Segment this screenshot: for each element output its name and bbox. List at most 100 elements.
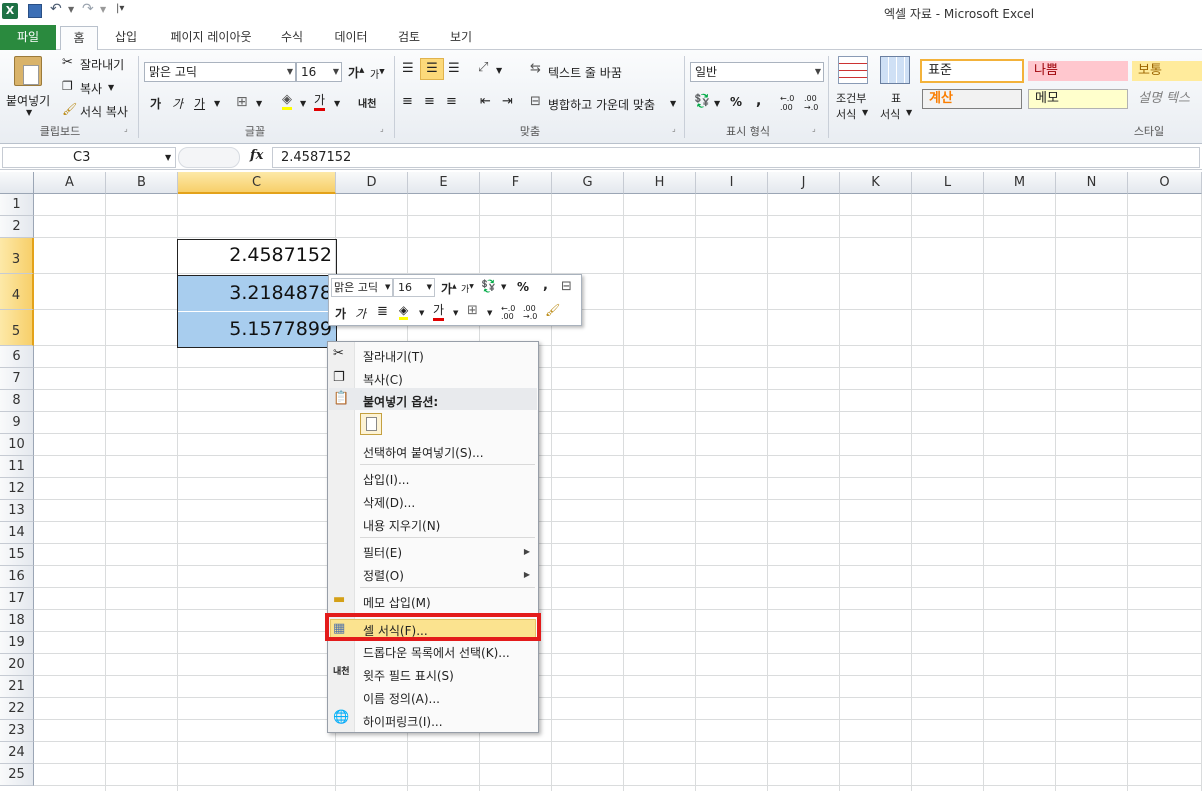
italic-button[interactable]: 가 bbox=[172, 95, 183, 112]
style-normal[interactable]: 표준 bbox=[920, 59, 1024, 83]
row-header-3[interactable]: 3 bbox=[0, 238, 34, 274]
column-header-m[interactable]: M bbox=[984, 172, 1056, 194]
tab-page-layout[interactable]: 페이지 레이아웃 bbox=[156, 26, 266, 50]
menu-item-cut[interactable]: 잘라내기(T) bbox=[363, 348, 424, 365]
menu-item-sort[interactable]: 정렬(O) bbox=[363, 567, 404, 584]
row-header-1[interactable]: 1 bbox=[0, 194, 34, 216]
formula-bar-splitter[interactable] bbox=[178, 147, 240, 168]
merge-dropdown-icon[interactable]: ▼ bbox=[670, 99, 676, 108]
style-explain[interactable]: 설명 텍스 bbox=[1132, 89, 1202, 109]
row-header-8[interactable]: 8 bbox=[0, 390, 34, 412]
format-table-button[interactable]: 표 bbox=[891, 90, 901, 106]
align-center-icon[interactable]: ≡ bbox=[424, 94, 435, 109]
row-header-12[interactable]: 12 bbox=[0, 478, 34, 500]
phonetic-button[interactable]: 내천 bbox=[358, 95, 376, 110]
mini-grow-font-icon[interactable]: 가▲ bbox=[441, 280, 457, 297]
column-header-c[interactable]: C bbox=[178, 172, 336, 194]
underline-dropdown-icon[interactable]: ▼ bbox=[214, 99, 220, 108]
font-launcher-icon[interactable]: ⌟ bbox=[380, 124, 384, 133]
tab-view[interactable]: 보기 bbox=[442, 26, 480, 50]
chevron-down-icon[interactable]: ▼ bbox=[165, 153, 171, 162]
style-memo[interactable]: 메모 bbox=[1028, 89, 1128, 109]
select-all-corner[interactable] bbox=[0, 172, 34, 194]
increase-indent-icon[interactable]: ⇥ bbox=[502, 94, 513, 109]
row-header-13[interactable]: 13 bbox=[0, 500, 34, 522]
redo-dropdown-icon[interactable]: ▼ bbox=[100, 5, 106, 14]
row-header-17[interactable]: 17 bbox=[0, 588, 34, 610]
column-header-g[interactable]: G bbox=[552, 172, 624, 194]
column-header-i[interactable]: I bbox=[696, 172, 768, 194]
row-header-21[interactable]: 21 bbox=[0, 676, 34, 698]
menu-item-phonetic[interactable]: 윗주 필드 표시(S) bbox=[363, 667, 454, 684]
decrease-decimal-button[interactable]: .00 →.0 bbox=[804, 94, 826, 112]
row-header-23[interactable]: 23 bbox=[0, 720, 34, 742]
conditional-format-button[interactable]: 조건부 bbox=[836, 90, 866, 106]
orientation-dropdown-icon[interactable]: ▼ bbox=[496, 66, 502, 75]
tab-review[interactable]: 검토 bbox=[388, 26, 430, 50]
cell-c4[interactable]: 3.2184878 bbox=[178, 282, 336, 304]
tab-file[interactable]: 파일 bbox=[0, 25, 56, 50]
menu-item-paste-special[interactable]: 선택하여 붙여넣기(S)... bbox=[363, 444, 484, 461]
tab-insert[interactable]: 삽입 bbox=[104, 26, 148, 50]
mini-font-color-icon[interactable]: 가 bbox=[433, 303, 445, 321]
font-color-dropdown-icon[interactable]: ▼ bbox=[334, 99, 340, 108]
customize-qat-icon[interactable]: |▾ bbox=[116, 3, 124, 14]
tab-data[interactable]: 데이터 bbox=[326, 26, 376, 50]
mini-font-name-combo[interactable]: 맑은 고딕 bbox=[331, 278, 393, 297]
accounting-dropdown-icon[interactable]: ▼ bbox=[714, 99, 720, 108]
accounting-icon[interactable]: 💱 bbox=[694, 94, 710, 109]
column-header-e[interactable]: E bbox=[408, 172, 480, 194]
mini-shrink-font-icon[interactable]: 가▼ bbox=[461, 282, 474, 295]
format-table-dropdown-icon[interactable]: ▼ bbox=[906, 108, 912, 117]
alignment-launcher-icon[interactable]: ⌟ bbox=[672, 124, 676, 133]
mini-italic-icon[interactable]: 가 bbox=[355, 305, 366, 322]
row-header-22[interactable]: 22 bbox=[0, 698, 34, 720]
row-header-20[interactable]: 20 bbox=[0, 654, 34, 676]
comma-button[interactable]: , bbox=[756, 93, 761, 109]
paste-option-icon[interactable] bbox=[360, 413, 382, 435]
number-format-combo[interactable]: 일반 ▼ bbox=[690, 62, 824, 82]
number-launcher-icon[interactable]: ⌟ bbox=[812, 124, 816, 133]
wrap-text-button[interactable]: 텍스트 줄 바꿈 bbox=[548, 64, 622, 81]
name-box[interactable]: C3 ▼ bbox=[2, 147, 176, 168]
border-icon[interactable]: ⊞ bbox=[236, 94, 248, 110]
column-header-f[interactable]: F bbox=[480, 172, 552, 194]
save-icon[interactable] bbox=[28, 4, 42, 18]
row-header-25[interactable]: 25 bbox=[0, 764, 34, 786]
grow-font-button[interactable]: 가▲ bbox=[348, 64, 364, 81]
row-header-14[interactable]: 14 bbox=[0, 522, 34, 544]
row-header-19[interactable]: 19 bbox=[0, 632, 34, 654]
mini-format-painter-icon[interactable]: 🖌 bbox=[545, 303, 560, 317]
menu-item-clear[interactable]: 내용 지우기(N) bbox=[363, 517, 440, 534]
undo-dropdown-icon[interactable]: ▼ bbox=[68, 5, 74, 14]
menu-item-delete[interactable]: 삭제(D)... bbox=[363, 494, 415, 511]
row-header-2[interactable]: 2 bbox=[0, 216, 34, 238]
column-header-o[interactable]: O bbox=[1128, 172, 1202, 194]
cell-c3[interactable]: 2.4587152 bbox=[178, 244, 336, 266]
mini-accounting-icon[interactable]: 💱 bbox=[481, 279, 496, 293]
align-bottom-icon[interactable]: ☰ bbox=[448, 61, 460, 76]
menu-item-define-name[interactable]: 이름 정의(A)... bbox=[363, 690, 440, 707]
row-header-7[interactable]: 7 bbox=[0, 368, 34, 390]
worksheet-grid[interactable]: ABCDEFGHIJKLMNO 1 2 3 4 5 6 7 8 9 10 11 12 13 14 15 16 1… bbox=[0, 172, 1202, 791]
border-dropdown-icon[interactable]: ▼ bbox=[256, 99, 262, 108]
align-right-icon[interactable]: ≡ bbox=[446, 94, 457, 109]
chevron-down-icon[interactable]: ▼ bbox=[385, 283, 390, 291]
row-header-18[interactable]: 18 bbox=[0, 610, 34, 632]
insert-function-icon[interactable]: fx bbox=[250, 148, 263, 163]
style-bad[interactable]: 나쁨 bbox=[1028, 61, 1128, 81]
row-header-24[interactable]: 24 bbox=[0, 742, 34, 764]
tab-formulas[interactable]: 수식 bbox=[272, 26, 312, 50]
column-header-h[interactable]: H bbox=[624, 172, 696, 194]
style-neutral[interactable]: 보통 bbox=[1132, 61, 1202, 81]
copy-dropdown-icon[interactable]: ▼ bbox=[108, 83, 114, 92]
chevron-down-icon[interactable]: ▼ bbox=[501, 283, 506, 291]
menu-item-pick-list[interactable]: 드롭다운 목록에서 선택(K)... bbox=[363, 644, 510, 661]
fill-color-dropdown-icon[interactable]: ▼ bbox=[300, 99, 306, 108]
row-header-5[interactable]: 5 bbox=[0, 310, 34, 346]
cut-button[interactable]: 잘라내기 bbox=[80, 56, 124, 73]
fill-color-icon[interactable]: ◈ bbox=[282, 93, 292, 110]
menu-item-copy[interactable]: 복사(C) bbox=[363, 371, 403, 388]
column-header-k[interactable]: K bbox=[840, 172, 912, 194]
align-middle-icon[interactable]: ☰ bbox=[420, 58, 444, 80]
